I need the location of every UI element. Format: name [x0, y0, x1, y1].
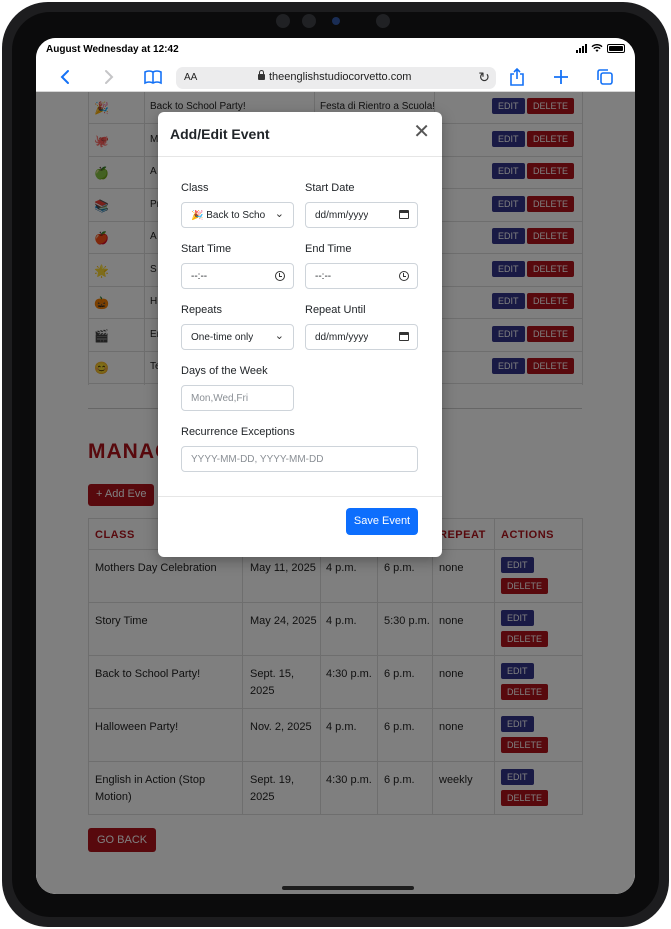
start-date-value: dd/mm/yyyy	[315, 210, 369, 221]
clock-icon	[399, 271, 409, 281]
recurrence-exceptions-placeholder: YYYY-MM-DD, YYYY-MM-DD	[191, 454, 324, 465]
sensor-icon	[276, 14, 290, 28]
browser-toolbar: AA theenglishstudiocorvetto.com ↻	[36, 62, 635, 92]
tabs-overview-icon[interactable]	[594, 66, 616, 88]
chevron-down-icon: ⌄	[274, 208, 284, 220]
modal-divider	[158, 496, 442, 497]
new-tab-icon[interactable]	[550, 66, 572, 88]
recurrence-exceptions-label: Recurrence Exceptions	[181, 426, 295, 438]
camera-icon	[332, 17, 340, 25]
close-icon[interactable]: ✕	[413, 122, 430, 142]
start-date-label: Start Date	[305, 182, 355, 194]
url-text: theenglishstudiocorvetto.com	[258, 70, 412, 83]
reader-options[interactable]: AA	[184, 72, 197, 83]
recurrence-exceptions-input[interactable]: YYYY-MM-DD, YYYY-MM-DD	[181, 446, 418, 472]
cellular-signal-icon	[576, 44, 587, 53]
repeat-until-value: dd/mm/yyyy	[315, 332, 369, 343]
lock-icon	[258, 70, 265, 80]
start-time-value: --:--	[191, 271, 208, 282]
start-time-label: Start Time	[181, 243, 232, 255]
repeats-label: Repeats	[181, 304, 222, 316]
home-indicator	[282, 886, 414, 890]
save-event-button[interactable]: Save Event	[346, 508, 418, 535]
days-of-week-placeholder: Mon,Wed,Fri	[191, 393, 249, 404]
url-value: theenglishstudiocorvetto.com	[269, 71, 412, 83]
modal-divider	[158, 156, 442, 157]
status-icons	[576, 44, 625, 53]
sensor-icon	[302, 14, 316, 28]
status-time: August Wednesday at 12:42	[46, 44, 179, 55]
modal-title: Add/Edit Event	[170, 126, 270, 142]
calendar-icon	[399, 332, 409, 341]
add-edit-event-modal: Add/Edit Event ✕ Class 🎉 Back to Scho ⌄ …	[158, 112, 442, 557]
clock-icon	[275, 271, 285, 281]
class-label: Class	[181, 182, 209, 194]
start-time-input[interactable]: --:--	[181, 263, 294, 289]
battery-icon	[607, 44, 625, 53]
wifi-icon	[591, 44, 603, 52]
repeat-until-input[interactable]: dd/mm/yyyy	[305, 324, 418, 350]
repeats-select[interactable]: One-time only ⌄	[181, 324, 294, 350]
calendar-icon	[399, 210, 409, 219]
class-select[interactable]: 🎉 Back to Scho ⌄	[181, 202, 294, 228]
camera-bar	[272, 14, 398, 28]
end-time-input[interactable]: --:--	[305, 263, 418, 289]
share-icon[interactable]	[506, 66, 528, 88]
repeat-until-label: Repeat Until	[305, 304, 366, 316]
back-icon[interactable]	[54, 66, 76, 88]
days-of-week-input[interactable]: Mon,Wed,Fri	[181, 385, 294, 411]
days-of-week-label: Days of the Week	[181, 365, 268, 377]
address-bar[interactable]: AA theenglishstudiocorvetto.com ↻	[176, 67, 496, 89]
bookmarks-icon[interactable]	[142, 66, 164, 88]
chevron-down-icon: ⌄	[274, 330, 284, 342]
reload-icon[interactable]: ↻	[478, 69, 490, 86]
start-date-input[interactable]: dd/mm/yyyy	[305, 202, 418, 228]
forward-icon[interactable]	[98, 66, 120, 88]
status-bar: August Wednesday at 12:42	[36, 38, 635, 62]
end-time-label: End Time	[305, 243, 352, 255]
class-value: 🎉 Back to Scho	[191, 210, 266, 221]
sensor-icon	[376, 14, 390, 28]
screen: August Wednesday at 12:42 AA theenglishs…	[36, 38, 635, 894]
repeats-value: One-time only	[191, 332, 254, 343]
end-time-value: --:--	[315, 271, 332, 282]
